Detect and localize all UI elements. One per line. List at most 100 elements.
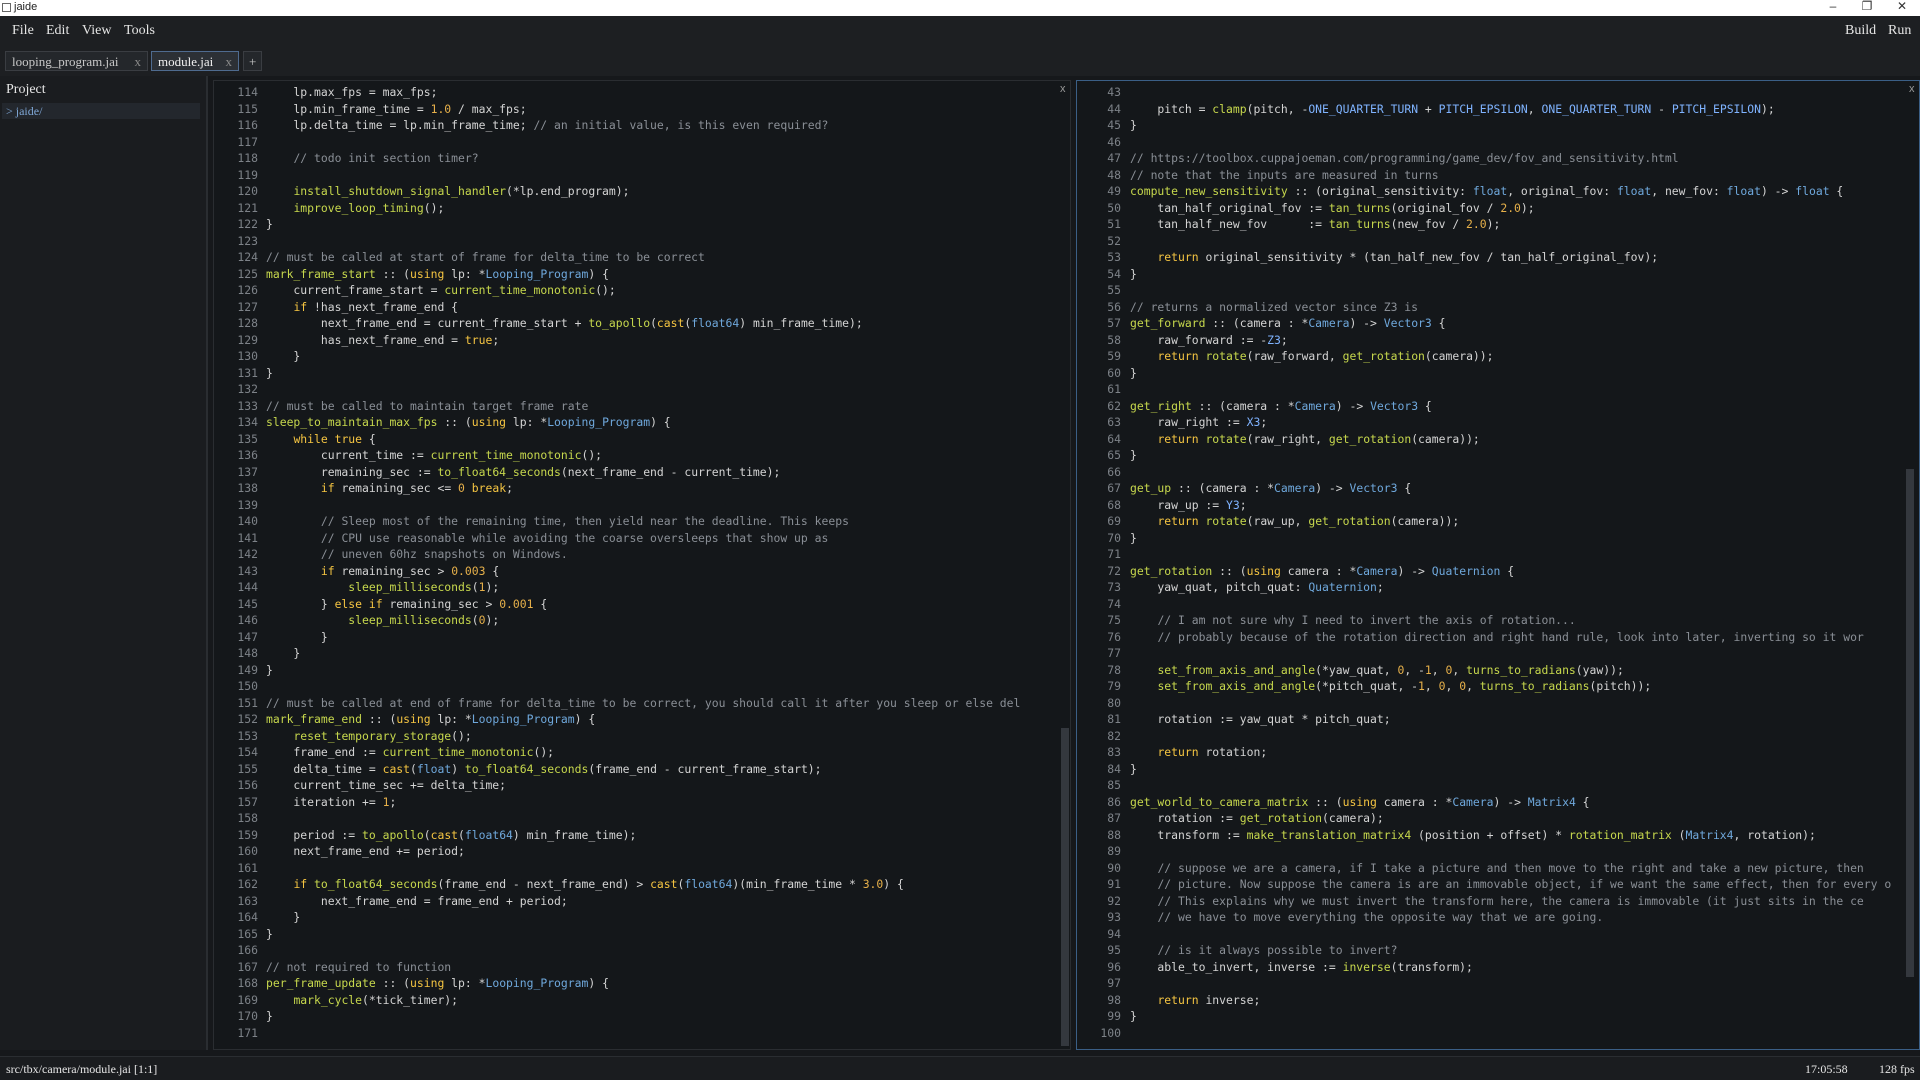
- code-line[interactable]: ​: [266, 167, 1056, 184]
- code-line[interactable]: return rotate(raw_forward, get_rotation(…: [1130, 348, 1908, 365]
- sidebar-item-jaide[interactable]: > jaide/: [2, 103, 200, 119]
- scrollbar[interactable]: [1061, 83, 1069, 1046]
- code-line[interactable]: current_frame_start = current_time_monot…: [266, 282, 1056, 299]
- code-line[interactable]: ​: [1130, 546, 1908, 563]
- code-line[interactable]: }: [1130, 365, 1908, 382]
- editor-pane-right[interactable]: x 43 44 45 46 47 48 49 50 51 52 53 54 55 56 57 58 59 60 61…: [1076, 80, 1920, 1050]
- tab-module[interactable]: module.jai x: [151, 51, 239, 71]
- scrollbar-thumb[interactable]: [1061, 728, 1069, 1046]
- code-line[interactable]: // probably because of the rotation dire…: [1130, 629, 1908, 646]
- build-button[interactable]: Build: [1845, 23, 1876, 39]
- code-line[interactable]: raw_up := Y3;: [1130, 497, 1908, 514]
- code-line[interactable]: }: [266, 365, 1056, 382]
- code-line[interactable]: }: [1130, 1008, 1908, 1025]
- code-line[interactable]: // picture. Now suppose the camera is ar…: [1130, 876, 1908, 893]
- code-line[interactable]: ​: [266, 942, 1056, 959]
- close-window-icon[interactable]: ✕: [1886, 0, 1918, 13]
- code-line[interactable]: mark_cycle(*tick_timer);: [266, 992, 1056, 1009]
- code-line[interactable]: compute_new_sensitivity :: (original_sen…: [1130, 183, 1908, 200]
- code-line[interactable]: ​: [1130, 84, 1908, 101]
- code-line[interactable]: // suppose we are a camera, if I take a …: [1130, 860, 1908, 877]
- code-line[interactable]: get_world_to_camera_matrix :: (using cam…: [1130, 794, 1908, 811]
- code-line[interactable]: next_frame_end = frame_end + period;: [266, 893, 1056, 910]
- code-line[interactable]: ​: [1130, 645, 1908, 662]
- code-line[interactable]: sleep_to_maintain_max_fps :: (using lp: …: [266, 414, 1056, 431]
- code-line[interactable]: return rotate(raw_up, get_rotation(camer…: [1130, 513, 1908, 530]
- code-line[interactable]: ​: [1130, 975, 1908, 992]
- close-icon[interactable]: x: [226, 54, 233, 70]
- close-icon[interactable]: x: [135, 54, 142, 70]
- code-line[interactable]: yaw_quat, pitch_quat: Quaternion;: [1130, 579, 1908, 596]
- code-line[interactable]: }: [266, 216, 1056, 233]
- code-line[interactable]: return rotate(raw_right, get_rotation(ca…: [1130, 431, 1908, 448]
- code-line[interactable]: // not required to function: [266, 959, 1056, 976]
- code-line[interactable]: per_frame_update :: (using lp: *Looping_…: [266, 975, 1056, 992]
- code-line[interactable]: lp.min_frame_time = 1.0 / max_fps;: [266, 101, 1056, 118]
- code-line[interactable]: ​: [1130, 134, 1908, 151]
- code-line[interactable]: // we have to move everything the opposi…: [1130, 909, 1908, 926]
- code-line[interactable]: } else if remaining_sec > 0.001 {: [266, 596, 1056, 613]
- code-line[interactable]: ​: [1130, 843, 1908, 860]
- scrollbar[interactable]: [1906, 83, 1914, 1043]
- code-line[interactable]: ​: [1130, 695, 1908, 712]
- code-line[interactable]: ​: [1130, 596, 1908, 613]
- code-area[interactable]: ​ pitch = clamp(pitch, -ONE_QUARTER_TURN…: [1130, 84, 1908, 1041]
- code-line[interactable]: ​: [266, 134, 1056, 151]
- code-area[interactable]: lp.max_fps = max_fps; lp.min_frame_time …: [266, 84, 1056, 1041]
- code-line[interactable]: // CPU use reasonable while avoiding the…: [266, 530, 1056, 547]
- code-line[interactable]: rotation := get_rotation(camera);: [1130, 810, 1908, 827]
- code-line[interactable]: }: [266, 348, 1056, 365]
- code-line[interactable]: // This explains why we must invert the …: [1130, 893, 1908, 910]
- code-line[interactable]: pitch = clamp(pitch, -ONE_QUARTER_TURN +…: [1130, 101, 1908, 118]
- code-line[interactable]: }: [266, 926, 1056, 943]
- code-line[interactable]: }: [266, 629, 1056, 646]
- code-line[interactable]: ​: [266, 381, 1056, 398]
- code-line[interactable]: tan_half_new_fov := tan_turns(new_fov / …: [1130, 216, 1908, 233]
- code-line[interactable]: // is it always possible to invert?: [1130, 942, 1908, 959]
- new-tab-button[interactable]: +: [243, 51, 262, 71]
- code-line[interactable]: // I am not sure why I need to invert th…: [1130, 612, 1908, 629]
- code-line[interactable]: ​: [1130, 1025, 1908, 1042]
- code-line[interactable]: improve_loop_timing();: [266, 200, 1056, 217]
- code-line[interactable]: current_time_sec += delta_time;: [266, 777, 1056, 794]
- code-line[interactable]: return inverse;: [1130, 992, 1908, 1009]
- code-line[interactable]: transform := make_translation_matrix4 (p…: [1130, 827, 1908, 844]
- editor-pane-left[interactable]: x 114 115 116 117 118 119 120 121 122 123 124 125 12…: [213, 80, 1071, 1050]
- code-line[interactable]: next_frame_end = current_frame_start + t…: [266, 315, 1056, 332]
- code-line[interactable]: next_frame_end += period;: [266, 843, 1056, 860]
- code-line[interactable]: if !has_next_frame_end {: [266, 299, 1056, 316]
- code-line[interactable]: mark_frame_end :: (using lp: *Looping_Pr…: [266, 711, 1056, 728]
- code-line[interactable]: able_to_invert, inverse := inverse(trans…: [1130, 959, 1908, 976]
- code-line[interactable]: install_shutdown_signal_handler(*lp.end_…: [266, 183, 1056, 200]
- code-line[interactable]: }: [1130, 117, 1908, 134]
- code-line[interactable]: get_right :: (camera : *Camera) -> Vecto…: [1130, 398, 1908, 415]
- menu-tools[interactable]: Tools: [124, 23, 155, 39]
- code-line[interactable]: // returns a normalized vector since Z3 …: [1130, 299, 1908, 316]
- code-line[interactable]: has_next_frame_end = true;: [266, 332, 1056, 349]
- code-line[interactable]: // note that the inputs are measured in …: [1130, 167, 1908, 184]
- code-line[interactable]: reset_temporary_storage();: [266, 728, 1056, 745]
- code-line[interactable]: if remaining_sec > 0.003 {: [266, 563, 1056, 580]
- code-line[interactable]: get_rotation :: (using camera : *Camera)…: [1130, 563, 1908, 580]
- code-line[interactable]: ​: [1130, 282, 1908, 299]
- code-line[interactable]: delta_time = cast(float) to_float64_seco…: [266, 761, 1056, 778]
- code-line[interactable]: while true {: [266, 431, 1056, 448]
- code-line[interactable]: }: [1130, 266, 1908, 283]
- code-line[interactable]: // uneven 60hz snapshots on Windows.: [266, 546, 1056, 563]
- menu-view[interactable]: View: [82, 23, 111, 39]
- code-line[interactable]: current_time := current_time_monotonic()…: [266, 447, 1056, 464]
- code-line[interactable]: }: [266, 662, 1056, 679]
- code-line[interactable]: ​: [266, 1025, 1056, 1042]
- code-line[interactable]: set_from_axis_and_angle(*pitch_quat, -1,…: [1130, 678, 1908, 695]
- code-line[interactable]: // https://toolbox.cuppajoeman.com/progr…: [1130, 150, 1908, 167]
- code-line[interactable]: raw_right := X3;: [1130, 414, 1908, 431]
- code-line[interactable]: lp.max_fps = max_fps;: [266, 84, 1056, 101]
- minimize-icon[interactable]: –: [1817, 0, 1849, 13]
- code-line[interactable]: get_up :: (camera : *Camera) -> Vector3 …: [1130, 480, 1908, 497]
- code-line[interactable]: ​: [266, 860, 1056, 877]
- code-line[interactable]: }: [266, 645, 1056, 662]
- restore-icon[interactable]: ❐: [1851, 0, 1883, 13]
- code-line[interactable]: ​: [1130, 233, 1908, 250]
- code-line[interactable]: ​: [1130, 464, 1908, 481]
- code-line[interactable]: ​: [266, 810, 1056, 827]
